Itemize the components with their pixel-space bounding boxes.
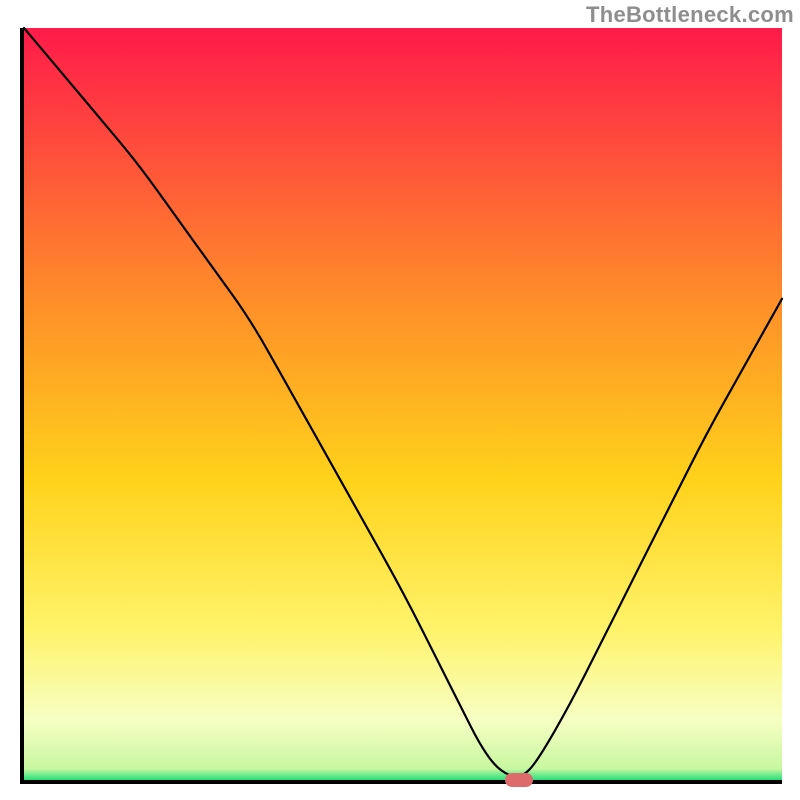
attribution-text: TheBottleneck.com bbox=[586, 2, 794, 28]
plot-area bbox=[20, 28, 782, 784]
chart-frame: TheBottleneck.com bbox=[0, 0, 800, 800]
optimal-marker bbox=[505, 773, 533, 787]
bottleneck-curve bbox=[24, 28, 782, 780]
curve-path bbox=[24, 28, 782, 776]
